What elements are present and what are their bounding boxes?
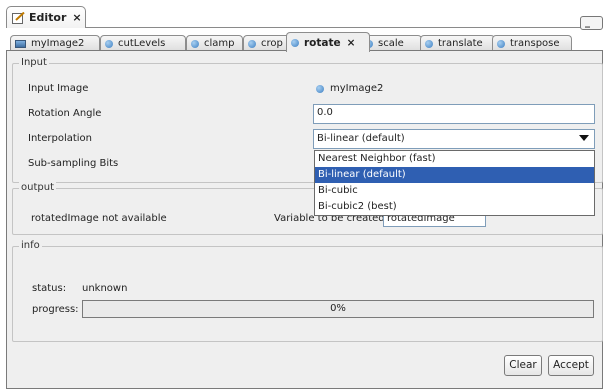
circle-icon <box>291 38 299 47</box>
progress-bar: 0% <box>82 300 594 318</box>
interpolation-select[interactable]: Bi-linear (default) <box>313 129 595 149</box>
close-icon[interactable]: × <box>72 11 81 24</box>
tab-rotate[interactable]: rotate × <box>286 32 370 52</box>
tab-label: crop <box>261 38 283 49</box>
editor-tab[interactable]: Editor × <box>6 6 86 28</box>
accept-button[interactable]: Accept <box>548 355 594 376</box>
info-legend: info <box>19 240 42 251</box>
tab-label: scale <box>378 38 404 49</box>
subsampling-label: Sub-sampling Bits <box>28 158 119 169</box>
tab-translate[interactable]: translate <box>420 35 495 51</box>
rotation-angle-label: Rotation Angle <box>28 108 102 119</box>
tab-divider <box>86 27 594 28</box>
input-image-value: myImage2 <box>330 83 384 94</box>
tab-label: translate <box>438 38 483 49</box>
interpolation-label: Interpolation <box>28 133 92 144</box>
operation-tabs: myImage2 cutLevels clamp crop rotate × s… <box>10 31 603 52</box>
circle-icon <box>105 39 113 48</box>
circle-icon <box>191 39 199 48</box>
tab-label: myImage2 <box>31 38 85 49</box>
tab-myimage2[interactable]: myImage2 <box>10 35 100 51</box>
circle-icon <box>248 39 256 48</box>
info-group: info <box>12 240 603 342</box>
dropdown-option-bicubic2[interactable]: Bi-cubic2 (best) <box>315 199 594 215</box>
circle-icon <box>316 85 324 93</box>
tab-label: rotate <box>304 36 341 49</box>
circle-icon <box>497 39 505 48</box>
clear-button[interactable]: Clear <box>504 355 542 376</box>
progress-label: progress: <box>32 304 79 315</box>
output-legend: output <box>19 182 56 193</box>
rotation-angle-input[interactable]: 0.0 <box>313 104 595 124</box>
output-status: rotatedImage not available <box>31 213 167 224</box>
close-icon[interactable]: × <box>347 37 356 49</box>
minimize-button[interactable]: _ □ <box>580 16 603 30</box>
editor-tab-title: Editor <box>29 11 67 24</box>
dropdown-option-bilinear[interactable]: Bi-linear (default) <box>315 167 594 183</box>
image-icon <box>15 39 26 48</box>
tab-clamp[interactable]: clamp <box>186 35 243 51</box>
input-legend: Input <box>19 57 49 68</box>
chevron-down-icon[interactable] <box>579 135 589 141</box>
tab-cutlevels[interactable]: cutLevels <box>100 35 186 51</box>
tab-label: clamp <box>204 38 235 49</box>
status-label: status: <box>32 283 67 294</box>
interpolation-value: Bi-linear (default) <box>317 133 405 144</box>
editor-icon <box>12 11 25 24</box>
input-image-label: Input Image <box>28 83 89 94</box>
tab-transpose[interactable]: transpose <box>492 35 572 51</box>
dropdown-option-nearest-neighbor[interactable]: Nearest Neighbor (fast) <box>315 151 594 167</box>
tab-label: cutLevels <box>118 38 166 49</box>
dropdown-option-bicubic[interactable]: Bi-cubic <box>315 183 594 199</box>
tab-label: transpose <box>510 38 560 49</box>
circle-icon <box>425 39 433 48</box>
status-value: unknown <box>82 283 128 294</box>
interpolation-dropdown: Nearest Neighbor (fast) Bi-linear (defau… <box>314 150 595 216</box>
